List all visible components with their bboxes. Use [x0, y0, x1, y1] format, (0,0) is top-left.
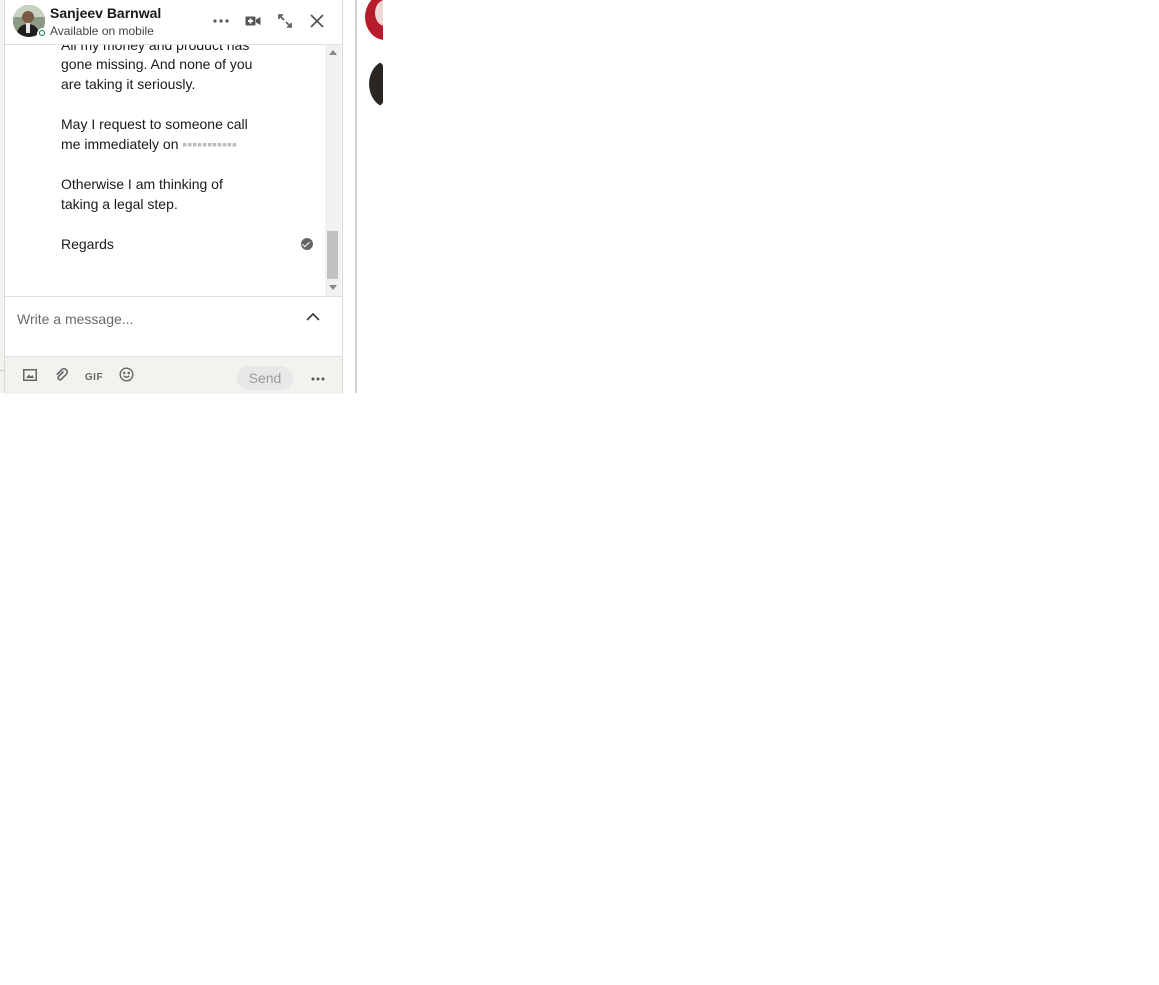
message-line: Otherwise I am thinking of: [61, 176, 223, 192]
read-receipt-icon: [301, 238, 313, 250]
message-list[interactable]: All my money and product has gone missin…: [5, 45, 325, 296]
compose-toolbar: GIF Send: [5, 356, 342, 394]
message-text: me immediately on: [61, 136, 179, 152]
more-options-icon: [311, 368, 325, 386]
scroll-down-icon[interactable]: [329, 285, 337, 290]
scroll-thumb[interactable]: [327, 231, 338, 279]
message-input[interactable]: [17, 309, 287, 329]
compose-area[interactable]: [5, 296, 342, 357]
gif-button[interactable]: GIF: [82, 365, 106, 389]
contact-name[interactable]: Sanjeev Barnwal: [50, 5, 161, 21]
attachment-icon: [54, 367, 70, 388]
attach-image-button[interactable]: [18, 365, 42, 389]
close-icon: [310, 14, 324, 28]
message-line: taking a legal step.: [61, 196, 178, 212]
redacted-phone: ▪▪▪▪▪▪▪▪▪▪▪: [182, 136, 237, 152]
more-options-button[interactable]: [206, 6, 236, 36]
chat-header[interactable]: Sanjeev Barnwal Available on mobile: [5, 0, 342, 45]
scroll-up-icon[interactable]: [329, 50, 337, 55]
attach-file-button[interactable]: [50, 365, 74, 389]
video-call-icon: [245, 15, 261, 27]
emoji-icon: [118, 367, 134, 387]
status-text: Available on mobile: [50, 24, 154, 38]
more-options-button[interactable]: [306, 365, 330, 389]
presence-indicator: [37, 28, 49, 40]
message-line: are taking it seriously.: [61, 76, 196, 92]
message-line: May I request to someone call: [61, 116, 248, 132]
emoji-button[interactable]: [114, 365, 138, 389]
message-line: Regards: [61, 236, 114, 252]
gif-icon: GIF: [84, 371, 104, 383]
send-button[interactable]: Send: [237, 366, 293, 390]
chevron-up-icon: [306, 308, 320, 326]
scrollbar[interactable]: [325, 45, 341, 296]
avatar[interactable]: [365, 0, 383, 40]
chat-window: Sanjeev Barnwal Available on mobile All …: [4, 0, 343, 394]
message-line: gone missing. And none of you: [61, 56, 253, 72]
expand-button[interactable]: [270, 6, 300, 36]
expand-compose-button[interactable]: [301, 307, 325, 327]
more-options-icon: [213, 19, 229, 23]
message-line: me immediately on ▪▪▪▪▪▪▪▪▪▪▪: [61, 134, 237, 154]
image-icon: [23, 368, 37, 386]
right-panel: [357, 0, 383, 393]
video-call-button[interactable]: [238, 6, 268, 36]
avatar[interactable]: [369, 60, 383, 108]
expand-icon: [277, 13, 293, 29]
close-button[interactable]: [302, 6, 332, 36]
